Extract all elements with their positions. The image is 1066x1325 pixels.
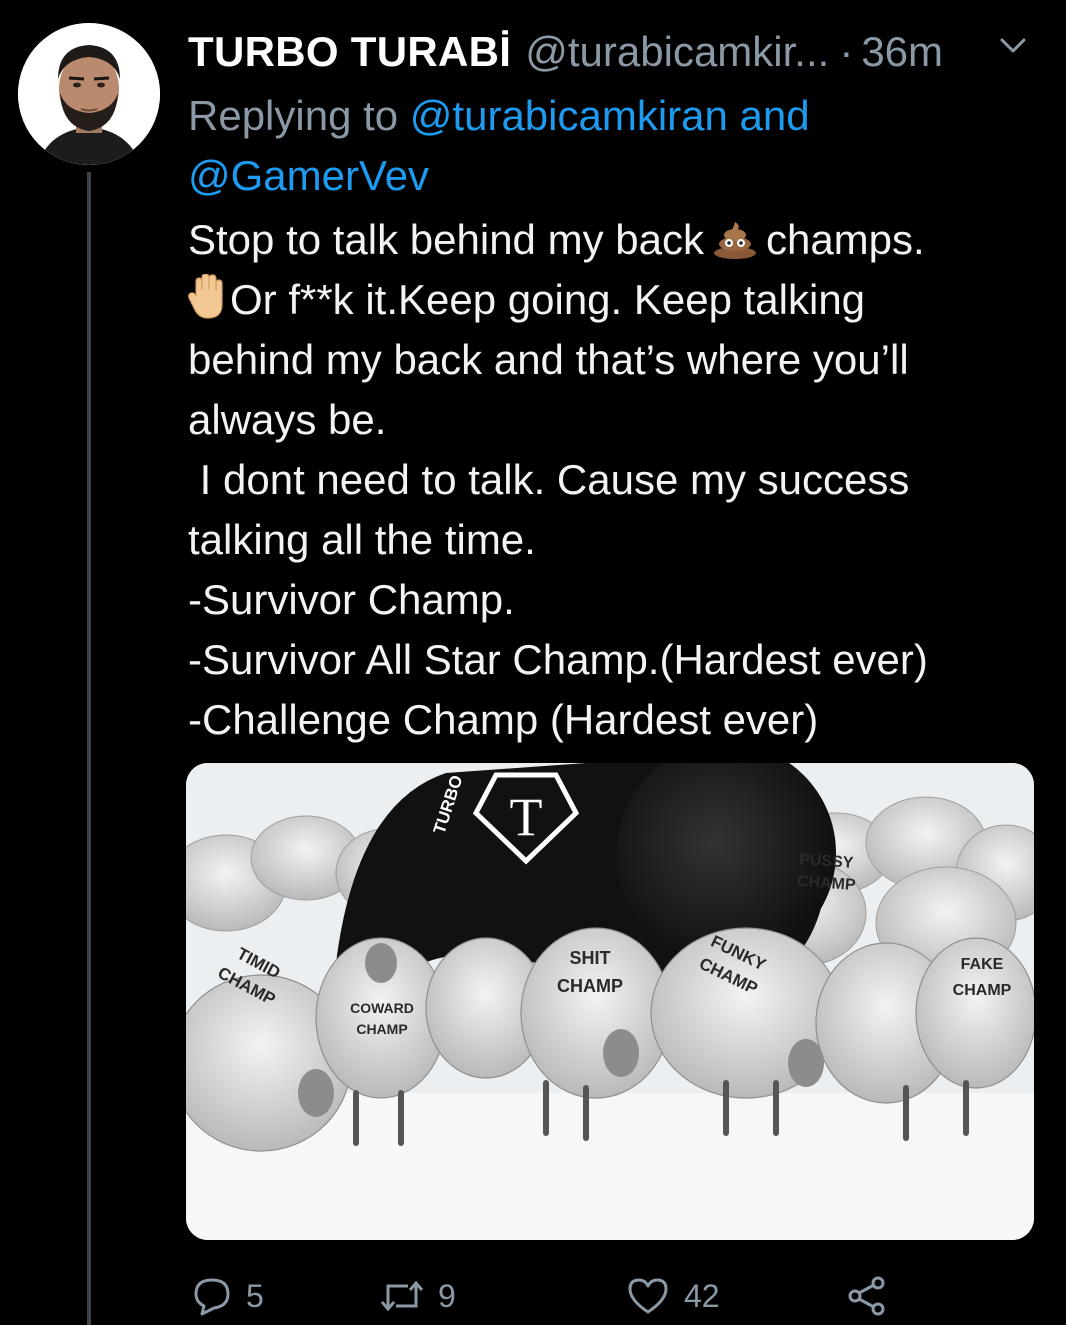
reply-count: 5 [246, 1277, 264, 1314]
body-text-segment: champs. [765, 216, 925, 263]
heart-icon [628, 1278, 668, 1314]
body-line-1: Stop to talk behind my back champs. [188, 210, 1028, 270]
mention-and: and [727, 92, 810, 139]
retweet-button[interactable]: 9 [380, 1268, 456, 1324]
body-line-6: talking all the time. [188, 516, 536, 563]
avatar[interactable] [18, 23, 160, 165]
mention-link-1[interactable]: @turabicamkiran [410, 92, 728, 139]
reply-icon [194, 1278, 230, 1316]
tweet-body: Stop to talk behind my back champs. Or f… [188, 210, 1028, 750]
label-coward-2: CHAMP [356, 1021, 407, 1037]
mention-link-2[interactable]: @GamerVev [188, 152, 429, 199]
label-shit-2: CHAMP [557, 976, 623, 996]
profile-photo [18, 23, 160, 165]
retweet-count: 9 [438, 1277, 456, 1314]
label-shit-1: SHIT [569, 948, 610, 968]
share-button[interactable] [846, 1268, 888, 1324]
body-line-5: I dont need to talk. Cause my success [188, 456, 910, 503]
label-coward-1: COWARD [350, 1000, 414, 1016]
tweet-actions: 5 9 42 [188, 1268, 1008, 1324]
display-name[interactable]: TURBO TURABİ [188, 28, 511, 76]
retweet-icon [380, 1280, 424, 1312]
tweet[interactable]: TURBO TURABİ @turabicamkir... · 36m Repl… [0, 0, 1066, 1325]
label-logo-letter: T [510, 787, 543, 847]
body-text-segment: Or f**k it.Keep going. Keep talking [230, 276, 866, 323]
separator-dot: · [839, 28, 854, 75]
label-fake-2: CHAMP [953, 982, 1012, 999]
body-line-3: behind my back and that’s where you’ll [188, 336, 909, 383]
replying-to-label: Replying to [188, 92, 410, 139]
lion-among-sheep-image: TURBO T PUSSY CHAMP TIMID CHAMP COWARD C… [186, 763, 1034, 1240]
body-line-2: Or f**k it.Keep going. Keep talking [188, 270, 1028, 330]
tweet-media-image[interactable]: TURBO T PUSSY CHAMP TIMID CHAMP COWARD C… [186, 763, 1034, 1240]
body-line-7: -Survivor Champ. [188, 576, 515, 623]
tweet-header: TURBO TURABİ @turabicamkir... · 36m [188, 22, 943, 82]
replying-to: Replying to @turabicamkiran and @GamerVe… [188, 86, 988, 206]
reply-button[interactable]: 5 [192, 1268, 264, 1324]
like-count: 42 [684, 1277, 720, 1314]
chevron-down-icon[interactable] [998, 36, 1028, 56]
like-button[interactable]: 42 [626, 1268, 720, 1324]
body-text-segment: Stop to talk behind my back [188, 216, 704, 263]
raised-hand-emoji-icon [188, 273, 228, 336]
body-line-9: -Challenge Champ (Hardest ever) [188, 696, 819, 743]
poop-emoji-icon [712, 216, 758, 276]
body-line-4: always be. [188, 396, 387, 443]
body-line-8: -Survivor All Star Champ.(Hardest ever) [188, 636, 928, 683]
thread-line [87, 172, 91, 1325]
label-fake-1: FAKE [961, 956, 1004, 973]
share-icon [848, 1276, 885, 1316]
user-handle[interactable]: @turabicamkir... [525, 28, 829, 76]
timestamp[interactable]: 36m [861, 28, 943, 76]
